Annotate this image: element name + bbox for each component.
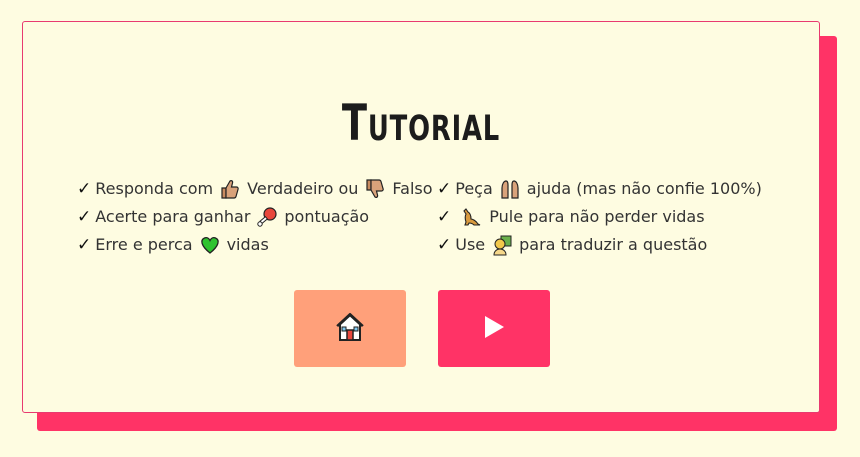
- home-button[interactable]: [294, 290, 406, 367]
- translator-person-icon: [491, 234, 513, 256]
- item-text: ajuda (mas não confie 100%): [526, 179, 762, 198]
- list-item: ✓ Erre e perca vidas: [77, 231, 433, 259]
- house-icon: [333, 310, 367, 347]
- item-text: vidas: [226, 235, 269, 254]
- tutorial-card: Tutorial ✓ Responda com Verdadeiro ou Fa…: [22, 21, 820, 413]
- item-text: Responda com: [95, 179, 214, 198]
- green-heart-icon: [199, 234, 221, 256]
- page-title: Tutorial: [341, 94, 501, 152]
- check-icon: ✓: [437, 235, 452, 255]
- list-item: ✓ Pule para não perder vidas: [437, 203, 762, 231]
- list-item: ✓ Peça ajuda (mas não confie 100%): [437, 175, 762, 203]
- item-text: Erre e perca: [95, 235, 193, 254]
- check-icon: ✓: [437, 207, 452, 227]
- play-button[interactable]: [438, 290, 550, 367]
- list-item: ✓ Use para traduzir a questão: [437, 231, 762, 259]
- item-text: Falso: [392, 179, 433, 198]
- item-text: Peça: [455, 179, 493, 198]
- thumbs-up-icon: [219, 178, 241, 200]
- check-icon: ✓: [77, 179, 92, 199]
- thumbs-down-icon: [364, 178, 386, 200]
- tutorial-list-right: ✓ Peça ajuda (mas não confie 100%) ✓ Pul…: [437, 175, 762, 259]
- item-text: pontuação: [284, 207, 370, 226]
- raised-hands-icon: [499, 178, 521, 200]
- item-text: para traduzir a questão: [519, 235, 708, 254]
- tutorial-list-left: ✓ Responda com Verdadeiro ou Falso ✓ Ace…: [77, 175, 433, 259]
- tutorial-screen: Tutorial ✓ Responda com Verdadeiro ou Fa…: [0, 0, 860, 457]
- check-icon: ✓: [77, 207, 92, 227]
- item-text: Pule para não perder vidas: [489, 207, 705, 226]
- list-item: ✓ Acerte para ganhar pontuação: [77, 203, 433, 231]
- check-icon: ✓: [437, 179, 452, 199]
- meat-on-bone-icon: [256, 206, 278, 228]
- play-icon: [481, 314, 507, 343]
- check-icon: ✓: [77, 235, 92, 255]
- item-text: Acerte para ganhar: [95, 207, 251, 226]
- item-text: Use: [455, 235, 486, 254]
- kangaroo-icon: [461, 206, 483, 228]
- item-text: Verdadeiro ou: [247, 179, 359, 198]
- list-item: ✓ Responda com Verdadeiro ou Falso: [77, 175, 433, 203]
